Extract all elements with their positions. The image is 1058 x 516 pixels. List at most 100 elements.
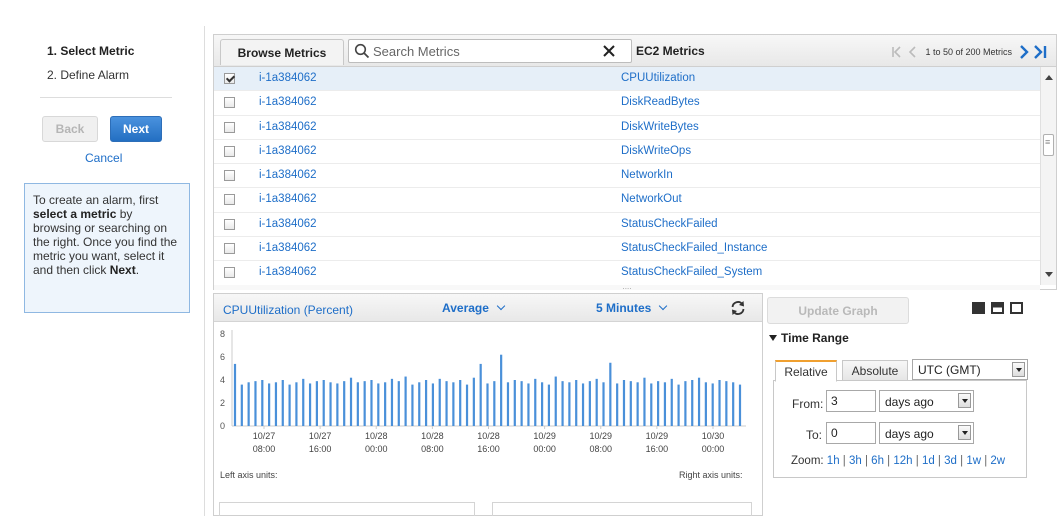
row-checkbox[interactable] [224, 145, 235, 157]
metric-name-link[interactable]: NetworkIn [621, 169, 673, 181]
zoom-option-3d[interactable]: 3d [944, 455, 957, 467]
y-tick-label: 8 [220, 329, 225, 339]
table-row[interactable]: i-1a384062 CPUUtilization [214, 67, 1040, 92]
scroll-up-icon[interactable] [1045, 75, 1053, 80]
namespace-label[interactable]: EC2 Metrics [636, 44, 705, 58]
timezone-select[interactable]: UTC (GMT) [912, 359, 1028, 380]
vertical-scrollbar[interactable] [1040, 67, 1056, 285]
search-box[interactable] [348, 39, 632, 63]
zoom-option-2w[interactable]: 2w [990, 455, 1005, 467]
chart-bar [718, 380, 721, 426]
chart-bar [486, 383, 489, 426]
next-page-icon[interactable] [1016, 44, 1032, 60]
left-axis-units-box [219, 502, 475, 516]
zoom-option-1d[interactable]: 1d [922, 455, 935, 467]
close-icon[interactable] [601, 43, 617, 59]
chart-bar [404, 376, 407, 426]
instance-id-link[interactable]: i-1a384062 [259, 266, 317, 278]
layout-split-icon[interactable] [991, 302, 1004, 314]
metric-browser: Browse Metrics EC2 Metrics 1 to 50 of 20… [213, 34, 1057, 291]
instance-id-link[interactable]: i-1a384062 [259, 72, 317, 84]
y-tick-label: 4 [220, 375, 225, 385]
table-row[interactable]: i-1a384062 StatusCheckFailed_Instance [214, 237, 1040, 262]
row-checkbox[interactable] [224, 73, 235, 84]
table-row[interactable]: i-1a384062 DiskWriteOps [214, 140, 1040, 165]
layout-full-icon[interactable] [972, 302, 985, 314]
step-define-alarm[interactable]: 2. Define Alarm [47, 68, 129, 82]
row-checkbox[interactable] [224, 194, 235, 206]
next-button[interactable]: Next [110, 116, 162, 142]
row-checkbox[interactable] [224, 243, 235, 255]
first-page-icon[interactable] [889, 44, 905, 60]
refresh-icon[interactable] [729, 299, 747, 317]
instance-id-link[interactable]: i-1a384062 [259, 193, 317, 205]
scroll-down-icon[interactable] [1045, 272, 1053, 277]
time-range-header[interactable]: Time Range [769, 331, 849, 345]
chart-bar [500, 354, 503, 426]
from-input[interactable] [826, 390, 876, 412]
zoom-option-12h[interactable]: 12h [893, 455, 912, 467]
period-value: 5 Minutes [596, 301, 652, 315]
row-checkbox[interactable] [224, 218, 235, 230]
back-button[interactable]: Back [42, 116, 98, 142]
metric-list: i-1a384062 CPUUtilization i-1a384062 DiskRe… [214, 67, 1040, 285]
table-row[interactable]: i-1a384062 StatusCheckFailed [214, 213, 1040, 238]
pane-splitter[interactable]: .... [214, 283, 1040, 291]
instance-id-link[interactable]: i-1a384062 [259, 121, 317, 133]
row-checkbox[interactable] [224, 121, 235, 133]
metric-name-link[interactable]: DiskWriteOps [621, 145, 691, 157]
to-input[interactable] [826, 422, 876, 444]
chart-bar [581, 383, 585, 426]
row-checkbox[interactable] [224, 267, 235, 279]
y-tick-label: 6 [220, 352, 225, 362]
metric-name-link[interactable]: CPUUtilization [621, 72, 695, 84]
instance-id-link[interactable]: i-1a384062 [259, 169, 317, 181]
table-row[interactable]: i-1a384062 DiskReadBytes [214, 91, 1040, 116]
metric-name-link[interactable]: DiskWriteBytes [621, 121, 699, 133]
zoom-option-6h[interactable]: 6h [871, 455, 884, 467]
tab-relative[interactable]: Relative [775, 360, 837, 382]
dropdown-arrow-icon[interactable] [1012, 362, 1025, 377]
instance-id-link[interactable]: i-1a384062 [259, 96, 317, 108]
tab-browse-metrics[interactable]: Browse Metrics [220, 39, 344, 65]
instance-id-link[interactable]: i-1a384062 [259, 145, 317, 157]
to-label: To: [806, 428, 823, 442]
chart-bar [247, 382, 250, 426]
prev-page-icon[interactable] [905, 44, 921, 60]
zoom-option-3h[interactable]: 3h [849, 455, 862, 467]
dropdown-arrow-icon[interactable] [958, 425, 971, 440]
row-checkbox[interactable] [224, 170, 235, 182]
collapse-triangle-icon [769, 335, 777, 341]
table-row[interactable]: i-1a384062 NetworkIn [214, 164, 1040, 189]
chart-bar [540, 382, 544, 426]
cancel-link[interactable]: Cancel [85, 151, 122, 165]
dropdown-arrow-icon[interactable] [958, 393, 971, 408]
table-row[interactable]: i-1a384062 NetworkOut [214, 188, 1040, 213]
statistic-dropdown[interactable]: Average [442, 301, 506, 315]
tab-absolute[interactable]: Absolute [842, 360, 908, 381]
graph-panel: CPUUtilization (Percent) Average 5 Minut… [213, 293, 763, 516]
help-text: . [135, 263, 140, 277]
from-label: From: [792, 397, 824, 411]
layout-empty-icon[interactable] [1010, 302, 1023, 314]
metric-name-link[interactable]: StatusCheckFailed [621, 218, 718, 230]
update-graph-button[interactable]: Update Graph [767, 297, 909, 324]
metric-name-link[interactable]: StatusCheckFailed_System [621, 266, 762, 278]
metric-name-link[interactable]: NetworkOut [621, 193, 682, 205]
scroll-thumb[interactable] [1043, 134, 1054, 156]
last-page-icon[interactable] [1032, 44, 1048, 60]
x-tick-label-date: 10/27 [253, 431, 276, 441]
metric-name-link[interactable]: StatusCheckFailed_Instance [621, 242, 767, 254]
instance-id-link[interactable]: i-1a384062 [259, 242, 317, 254]
row-checkbox[interactable] [224, 97, 235, 109]
zoom-option-1w[interactable]: 1w [966, 455, 981, 467]
instance-id-link[interactable]: i-1a384062 [259, 218, 317, 230]
to-unit-select[interactable]: days ago [879, 422, 974, 444]
chart-bar [568, 382, 571, 426]
from-unit-select[interactable]: days ago [879, 390, 974, 412]
metric-name-link[interactable]: DiskReadBytes [621, 96, 700, 108]
table-row[interactable]: i-1a384062 DiskWriteBytes [214, 116, 1040, 140]
zoom-option-1h[interactable]: 1h [827, 455, 840, 467]
period-dropdown[interactable]: 5 Minutes [596, 301, 668, 315]
search-input[interactable] [373, 41, 593, 61]
